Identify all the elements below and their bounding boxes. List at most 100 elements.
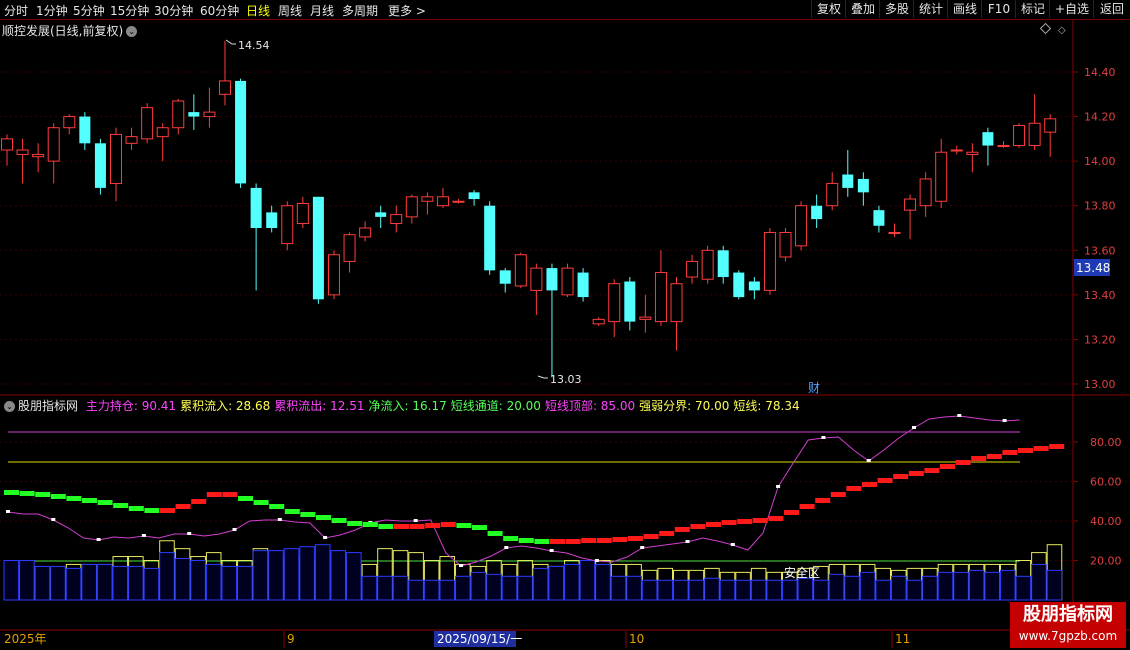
outflow-bar	[377, 575, 393, 601]
position-marker	[549, 549, 554, 552]
candle	[795, 201, 808, 251]
candle-body	[452, 200, 465, 203]
outflow-bar	[641, 579, 658, 601]
candle	[1028, 94, 1041, 150]
outflow-bar	[906, 579, 923, 601]
trend-step	[924, 468, 940, 473]
outflow-bar	[34, 565, 51, 601]
indicator-tick-label: 80.00	[1090, 436, 1122, 449]
candle-body	[608, 283, 621, 323]
indicator-legend: ⌄ 股朋指标网 主力持仓: 90.41 累积流入: 28.68 累积流出: 12.51…	[0, 397, 808, 414]
candle-body	[997, 145, 1010, 148]
price-tick-label: 13.20	[1084, 333, 1116, 346]
candle-body	[577, 272, 589, 298]
trend-step	[409, 524, 425, 529]
outflow-bar	[517, 575, 533, 601]
price-tick-label: 14.00	[1084, 155, 1116, 168]
candle-body	[141, 107, 154, 140]
candle	[639, 294, 652, 333]
indicator-value-6: 强弱分界: 70.00	[639, 399, 730, 413]
candle-body	[670, 283, 683, 323]
collapse-icon[interactable]: ◇	[1058, 25, 1066, 36]
candle	[32, 143, 45, 173]
outflow-bar	[953, 571, 969, 601]
trend-step	[378, 524, 394, 529]
outflow-bar	[143, 567, 160, 601]
indicator-menu-icon[interactable]: ⌄	[4, 401, 15, 412]
candle-body	[530, 267, 543, 291]
outflow-bar	[361, 575, 378, 601]
diamond-icon[interactable]	[1039, 22, 1052, 35]
candle-body	[857, 178, 869, 193]
trend-step	[534, 539, 550, 544]
trend-step	[1002, 450, 1018, 455]
candle-body	[188, 112, 200, 117]
candle-body	[717, 250, 729, 278]
site-logo: 股朋指标网 www.7gpzb.com	[1010, 602, 1126, 648]
candle-body	[405, 196, 418, 218]
candle	[47, 123, 60, 184]
trend-step	[986, 454, 1002, 459]
outflow-bar	[719, 579, 736, 601]
candle-body	[639, 316, 652, 320]
outflow-bar	[330, 550, 347, 601]
price-tick-label: 14.20	[1084, 111, 1116, 124]
candle-body	[281, 205, 294, 245]
candle-body	[779, 231, 792, 258]
outflow-bar	[205, 563, 222, 601]
outflow-bar	[221, 565, 238, 601]
trend-step	[1033, 446, 1049, 451]
candle-body	[950, 149, 963, 152]
candle-body	[763, 231, 776, 291]
candle	[109, 127, 122, 202]
trend-step	[487, 531, 503, 536]
candle	[546, 263, 558, 378]
candle	[436, 187, 449, 208]
outflow-bar	[657, 579, 674, 601]
trend-step	[472, 525, 487, 530]
position-marker	[957, 414, 962, 417]
trend-step	[721, 520, 737, 525]
candle-body	[390, 214, 403, 225]
candle-body	[296, 202, 309, 225]
outflow-bar	[486, 573, 502, 601]
trend-step	[1018, 448, 1033, 453]
outflow-bar	[392, 575, 409, 601]
outflow-bar	[423, 579, 440, 601]
outflow-bar	[439, 579, 456, 601]
trend-step	[643, 534, 659, 539]
outflow-bar	[128, 565, 144, 601]
candle-body	[904, 198, 917, 211]
logo-title: 股朋指标网	[1023, 604, 1113, 625]
candle-body	[359, 227, 372, 238]
trend-step	[768, 516, 784, 521]
trend-step	[1049, 444, 1065, 449]
position-marker	[141, 534, 146, 537]
trend-step	[550, 539, 565, 544]
high-marker-line	[225, 39, 236, 45]
candle-body	[63, 116, 76, 129]
position-marker	[866, 459, 871, 462]
candle	[577, 268, 589, 302]
indicator-value-3: 净流入: 16.17	[368, 399, 447, 413]
position-marker	[1002, 419, 1007, 422]
candle-body	[312, 196, 324, 300]
candle	[235, 78, 247, 188]
trend-step	[316, 515, 331, 520]
indicator-name[interactable]: 股朋指标网	[18, 399, 78, 413]
price-tick-label: 13.80	[1084, 200, 1116, 213]
trend-step	[175, 504, 191, 509]
candle-body	[514, 254, 527, 287]
outflow-bar	[890, 575, 907, 601]
position-marker	[912, 426, 916, 429]
trend-step	[940, 464, 955, 469]
candle	[63, 114, 76, 135]
trend-step	[128, 506, 144, 511]
flow-bars	[3, 540, 1063, 601]
outflow-bar	[548, 565, 565, 601]
outflow-bar	[937, 571, 954, 601]
logo-url: www.7gpzb.com	[1018, 629, 1118, 643]
candle-body	[561, 267, 574, 296]
candle	[888, 223, 901, 237]
finance-event-marker[interactable]: 财	[808, 381, 820, 395]
